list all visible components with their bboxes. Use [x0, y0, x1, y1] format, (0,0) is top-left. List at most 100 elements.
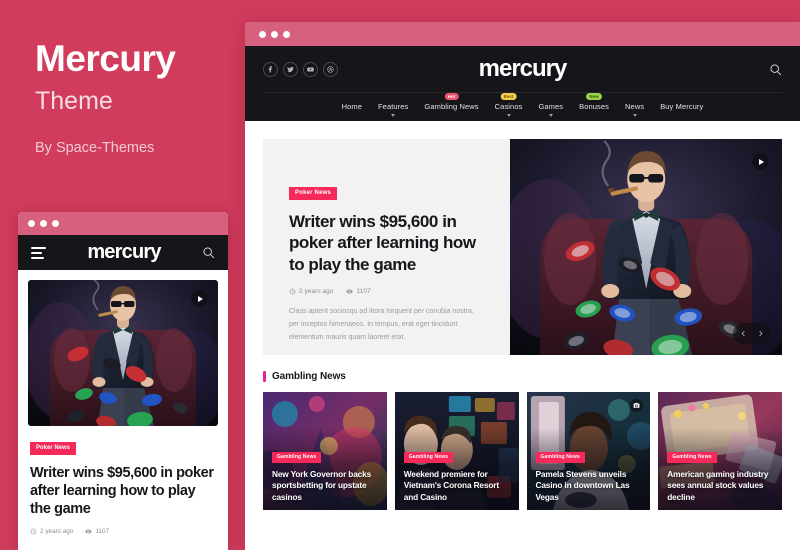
card-category-badge[interactable]: Gambling News	[667, 451, 717, 463]
window-dot-maximize[interactable]	[52, 220, 59, 227]
section-marker	[263, 371, 266, 382]
chevron-down-icon	[391, 114, 396, 117]
carousel-navigation	[732, 323, 771, 344]
article-card[interactable]: Gambling News Weekend premiere for Vietn…	[394, 392, 519, 510]
category-badge[interactable]: Poker News	[289, 186, 338, 200]
mobile-main-content: Poker News Writer wins $95,600 in poker …	[18, 270, 228, 546]
mobile-article-meta: 2 years ago 1107	[30, 528, 216, 535]
eye-icon	[85, 529, 93, 534]
nav-label: Casinos	[494, 102, 523, 111]
site-main-content: Poker News Writer wins $95,600 in poker …	[245, 121, 800, 510]
window-dot-minimize[interactable]	[271, 30, 278, 38]
eye-icon	[346, 289, 354, 294]
nav-label: Buy Mercury	[660, 102, 704, 111]
play-icon[interactable]	[191, 290, 208, 307]
article-card[interactable]: Gambling News New York Governor backs sp…	[263, 392, 387, 510]
featured-article-text: Poker News Writer wins $95,600 in poker …	[263, 139, 510, 355]
nav-label: Gambling News	[424, 102, 479, 111]
nav-item-news[interactable]: News	[625, 102, 645, 117]
nav-badge-hot: Hot	[444, 93, 459, 101]
site-header: mercury Home Features Hot Gambling News …	[245, 46, 800, 121]
card-title[interactable]: American gaming industry sees annual sto…	[667, 469, 773, 503]
section-title: Gambling News	[272, 371, 346, 382]
featured-article-title[interactable]: Writer wins $95,600 in poker after learn…	[289, 211, 484, 276]
nav-item-home[interactable]: Home	[342, 102, 362, 112]
mobile-article-meta-block: Poker News Writer wins $95,600 in poker …	[28, 426, 218, 535]
youtube-icon[interactable]	[303, 61, 318, 77]
mobile-featured-image[interactable]	[28, 280, 218, 426]
hamburger-menu-icon[interactable]	[31, 246, 46, 259]
card-title[interactable]: Weekend premiere for Vietnam's Corona Re…	[404, 469, 510, 503]
card-category-badge[interactable]: Gambling News	[272, 451, 322, 463]
window-dot-close[interactable]	[259, 30, 266, 38]
mobile-article-title[interactable]: Writer wins $95,600 in poker after learn…	[30, 464, 216, 519]
card-content: Gambling News Weekend premiere for Vietn…	[403, 445, 510, 503]
card-category-badge[interactable]: Gambling News	[535, 451, 585, 463]
category-badge[interactable]: Poker News	[30, 441, 77, 455]
nav-item-bonuses[interactable]: New Bonuses	[579, 93, 610, 112]
article-card[interactable]: Gambling News Pamela Stevens unveils Cas…	[526, 392, 651, 510]
view-count: 1107	[85, 528, 109, 535]
nav-item-games[interactable]: Games	[538, 102, 564, 117]
nav-label: Bonuses	[579, 102, 610, 111]
mobile-window-titlebar	[18, 212, 228, 235]
window-dot-maximize[interactable]	[283, 30, 290, 38]
card-category-badge[interactable]: Gambling News	[403, 451, 454, 463]
article-card[interactable]: Gambling News American gaming industry s…	[658, 392, 782, 510]
mobile-site-header: mercury	[18, 235, 228, 270]
featured-article-image[interactable]	[509, 139, 782, 355]
view-count: 1107	[346, 287, 371, 295]
promo-author: By Space-Themes	[35, 139, 155, 156]
site-header-top: mercury	[263, 46, 782, 92]
card-title[interactable]: New York Governor backs sportsbetting fo…	[272, 469, 378, 503]
search-icon[interactable]	[769, 63, 782, 76]
desktop-window-titlebar	[245, 22, 800, 46]
nav-label: News	[625, 102, 645, 111]
social-links	[263, 61, 338, 77]
clock-icon	[30, 528, 37, 535]
chevron-down-icon	[548, 114, 553, 117]
twitter-icon[interactable]	[283, 61, 298, 77]
window-dot-close[interactable]	[28, 220, 35, 227]
carousel-next-button[interactable]	[752, 326, 769, 341]
publish-time: 2 years ago	[30, 528, 73, 535]
main-navigation: Home Features Hot Gambling News Best Cas…	[263, 92, 782, 121]
publish-time-label: 2 years ago	[40, 528, 74, 536]
chevron-down-icon	[632, 114, 637, 117]
nav-item-gambling-news[interactable]: Hot Gambling News	[424, 93, 479, 112]
mobile-browser-window: mercury Poker News Writer wins $95,600 i…	[18, 212, 228, 550]
nav-badge-new: New	[586, 93, 603, 101]
nav-item-features[interactable]: Features	[378, 102, 409, 117]
card-content: Gambling News American gaming industry s…	[667, 445, 773, 503]
featured-article-excerpt: Class aptent sociosqu ad litora torquent…	[289, 307, 474, 341]
facebook-icon[interactable]	[263, 61, 278, 77]
nav-label: Features	[378, 102, 409, 111]
promo-title: Mercury	[35, 38, 176, 79]
chevron-down-icon	[506, 114, 511, 117]
nav-label: Home	[341, 102, 362, 111]
featured-article: Poker News Writer wins $95,600 in poker …	[263, 139, 782, 355]
promo-subtitle: Theme	[35, 86, 113, 115]
desktop-browser-window: mercury Home Features Hot Gambling News …	[245, 22, 800, 550]
dribbble-icon[interactable]	[323, 61, 338, 77]
nav-item-buy-mercury[interactable]: Buy Mercury	[660, 102, 703, 112]
carousel-prev-button[interactable]	[735, 326, 752, 341]
card-content: Gambling News New York Governor backs sp…	[272, 445, 378, 503]
clock-icon	[289, 288, 296, 295]
nav-item-casinos[interactable]: Best Casinos	[494, 93, 523, 117]
article-grid: Gambling News New York Governor backs sp…	[263, 392, 782, 510]
card-title[interactable]: Pamela Stevens unveils Casino in downtow…	[536, 469, 642, 503]
nav-badge-best: Best	[500, 93, 517, 101]
site-logo[interactable]: mercury	[263, 55, 782, 83]
mobile-site-logo[interactable]: mercury	[87, 241, 161, 264]
view-count-label: 1107	[95, 528, 110, 536]
publish-time: 2 years ago	[289, 288, 333, 295]
window-dot-minimize[interactable]	[40, 220, 47, 227]
featured-article-meta: 2 years ago 1107	[289, 288, 484, 295]
publish-time-label: 2 years ago	[299, 287, 334, 295]
view-count-label: 1107	[356, 287, 371, 295]
play-icon[interactable]	[751, 153, 769, 170]
nav-label: Games	[538, 102, 564, 111]
search-icon[interactable]	[202, 246, 215, 259]
card-content: Gambling News Pamela Stevens unveils Cas…	[535, 445, 642, 503]
